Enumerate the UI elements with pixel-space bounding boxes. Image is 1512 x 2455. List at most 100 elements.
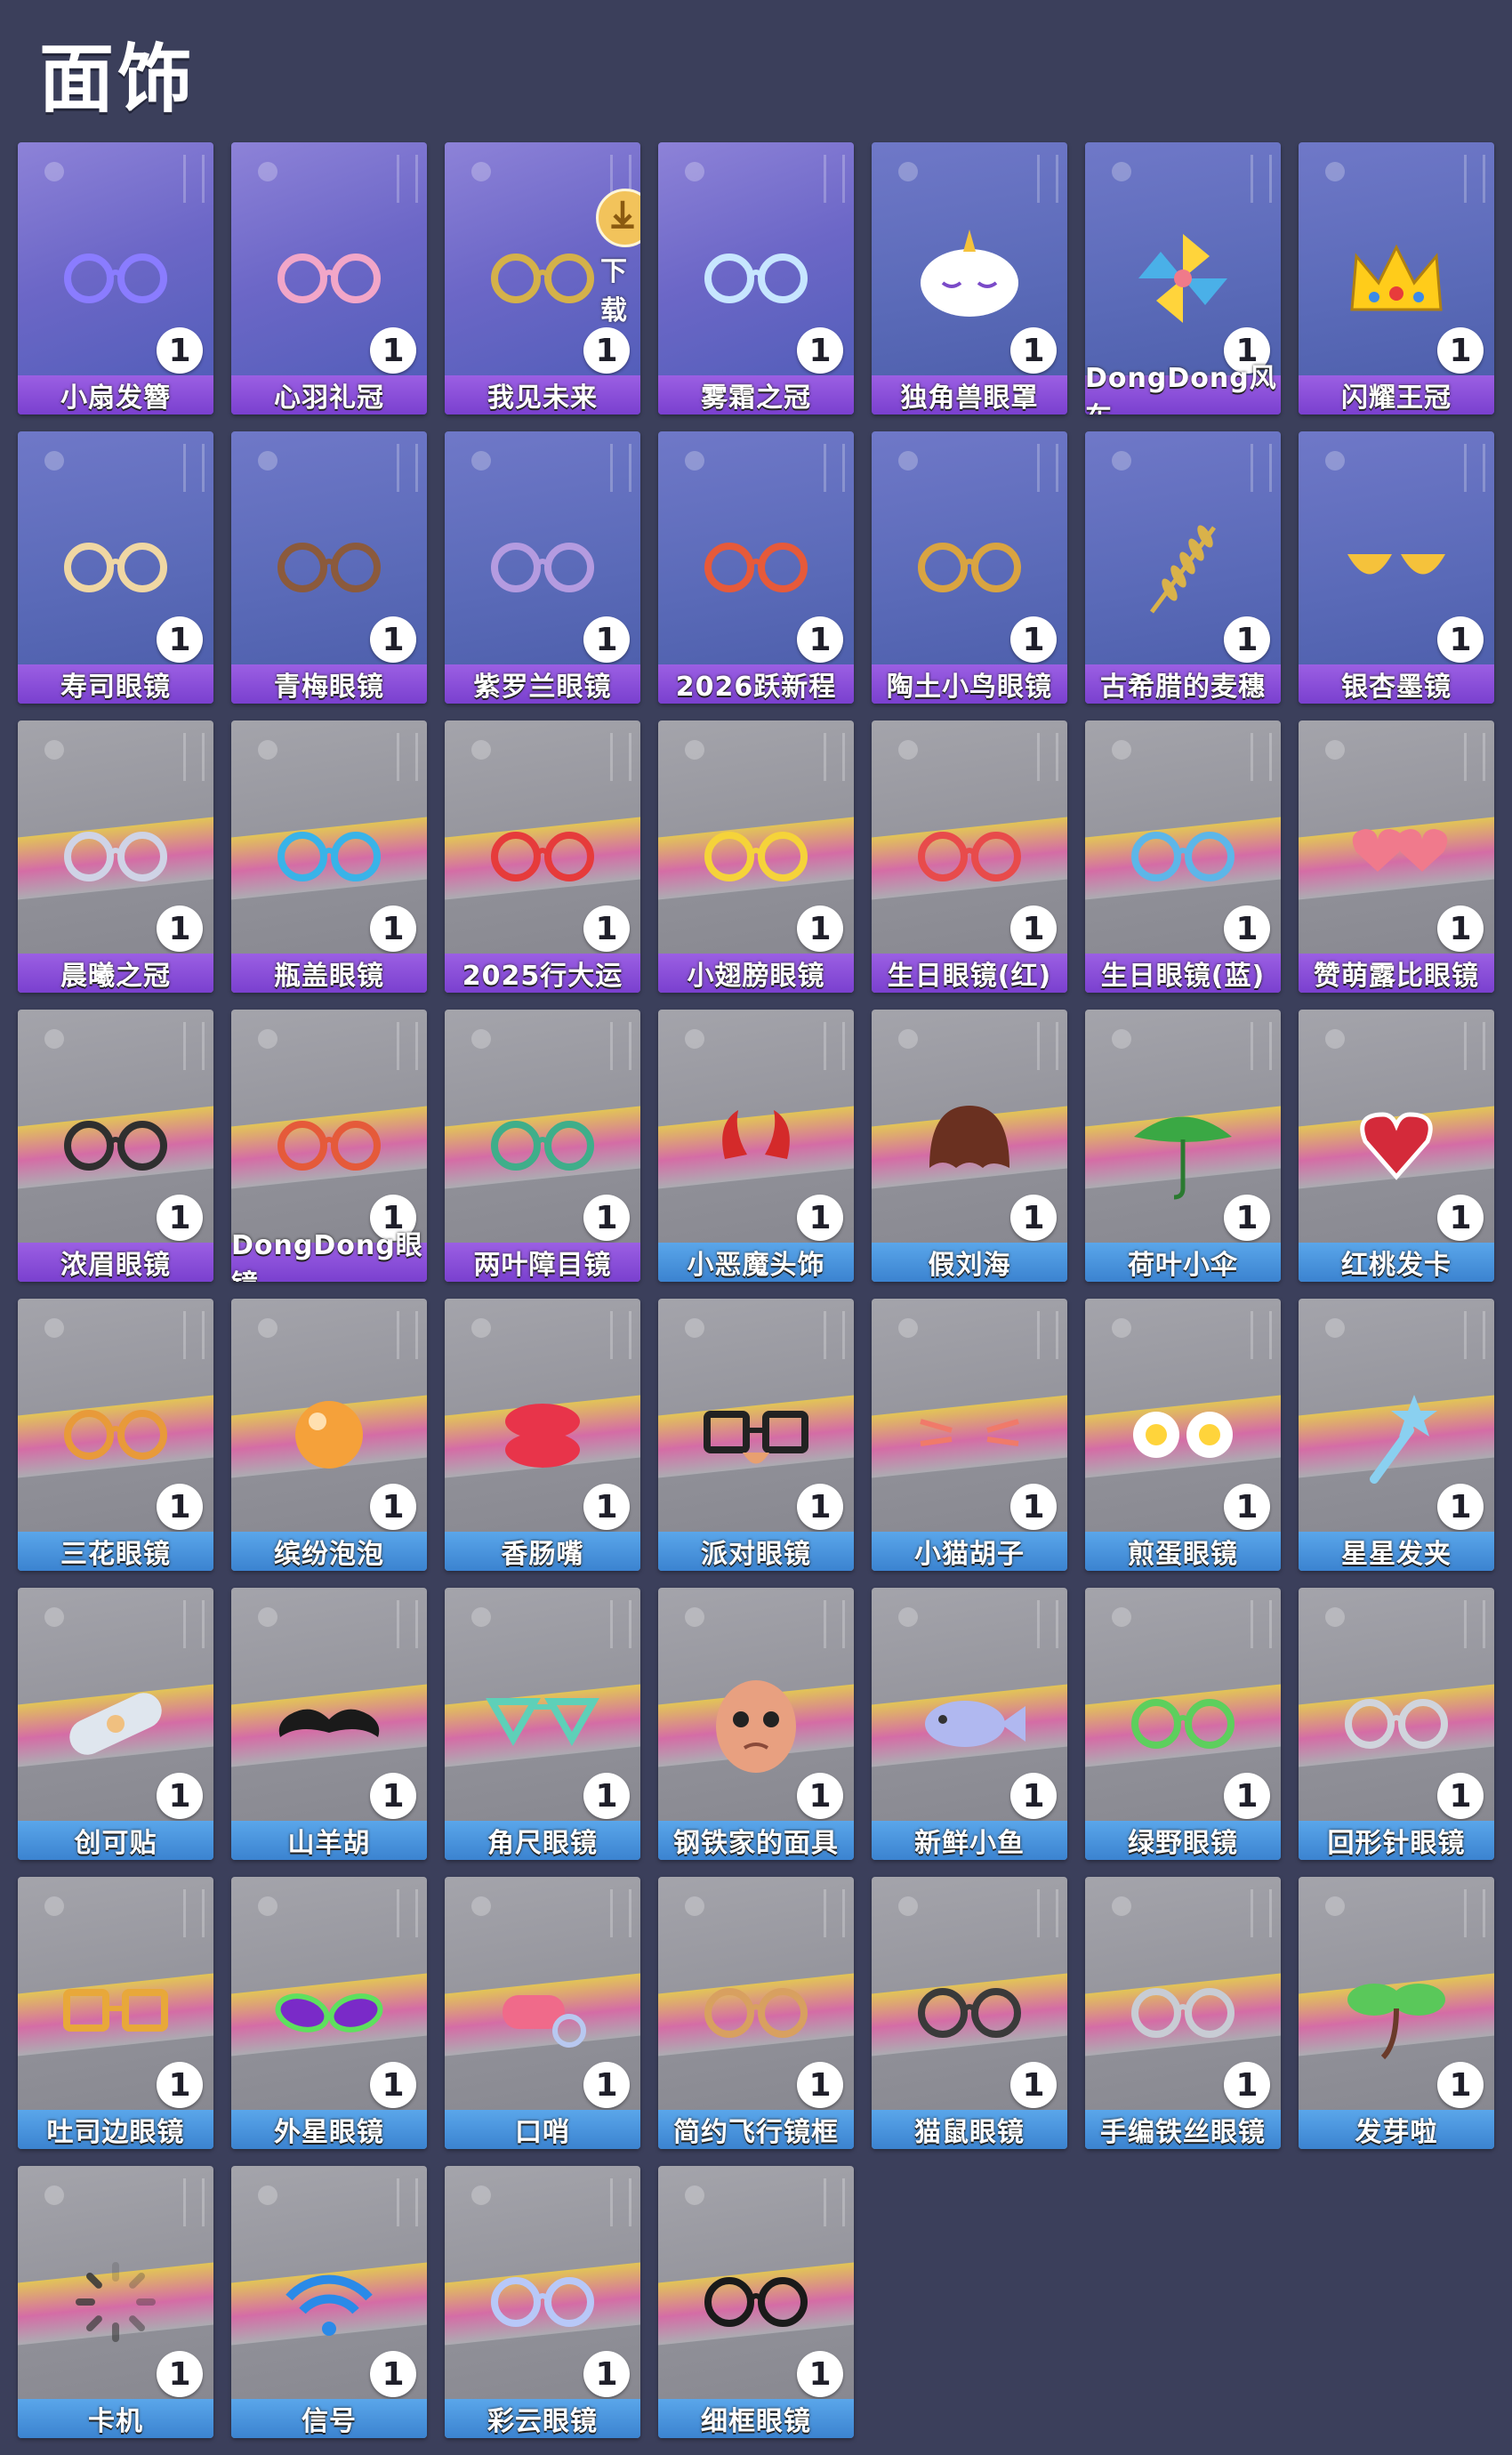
- item-card[interactable]: 1 青梅眼镜: [231, 431, 427, 704]
- quantity-badge: 1: [157, 1773, 203, 1819]
- item-card[interactable]: 1 银杏墨镜: [1299, 431, 1494, 704]
- brand-watermark-icon: [1037, 155, 1058, 203]
- item-card[interactable]: 1 手编铁丝眼镜: [1085, 1877, 1281, 2149]
- item-card[interactable]: 1 荷叶小伞: [1085, 1010, 1281, 1282]
- item-card[interactable]: 1 心羽礼冠: [231, 142, 427, 415]
- brand-watermark-icon: [824, 2178, 845, 2226]
- item-name-label: DongDong眼镜: [231, 1230, 427, 1282]
- quantity-badge: 1: [583, 1195, 630, 1241]
- item-card[interactable]: 1 古希腊的麦穗: [1085, 431, 1281, 704]
- item-card[interactable]: 1 简约飞行镜框: [658, 1877, 854, 2149]
- item-name-label: 寿司眼镜: [18, 664, 213, 704]
- mustache-icon: [262, 1657, 396, 1791]
- item-card[interactable]: 1 煎蛋眼镜: [1085, 1299, 1281, 1571]
- orb-icon: [1112, 162, 1131, 181]
- round-glasses-icon: [262, 1079, 396, 1212]
- item-card[interactable]: 1 山羊胡: [231, 1588, 427, 1860]
- item-card[interactable]: 1 外星眼镜: [231, 1877, 427, 2149]
- item-card[interactable]: 1 小扇发簪: [18, 142, 213, 415]
- item-name-label: 山羊胡: [231, 1821, 427, 1860]
- item-card[interactable]: 1 赞萌露比眼镜: [1299, 720, 1494, 993]
- loading-spinner-icon: [49, 2235, 182, 2369]
- item-name-label: 缤纷泡泡: [231, 1532, 427, 1571]
- item-card[interactable]: 1 新鲜小鱼: [872, 1588, 1067, 1860]
- item-card[interactable]: 1 瓶盖眼镜: [231, 720, 427, 993]
- item-name-label: DongDong风车: [1085, 363, 1281, 415]
- item-name-label: 信号: [231, 2399, 427, 2438]
- orb-icon: [1112, 1318, 1131, 1338]
- brand-watermark-icon: [397, 1022, 418, 1070]
- brand-watermark-icon: [610, 444, 631, 492]
- item-name-label: 彩云眼镜: [445, 2399, 640, 2438]
- item-name-label: 独角兽眼罩: [872, 375, 1067, 415]
- bandaid-icon: [49, 1657, 182, 1791]
- item-card[interactable]: 1 彩云眼镜: [445, 2166, 640, 2438]
- quantity-badge: 1: [1437, 906, 1484, 952]
- item-card[interactable]: 1 雾霜之冠: [658, 142, 854, 415]
- item-card[interactable]: 1 浓眉眼镜: [18, 1010, 213, 1282]
- item-card[interactable]: 1 寿司眼镜: [18, 431, 213, 704]
- orb-icon: [258, 1896, 277, 1916]
- item-card[interactable]: 1 创可贴: [18, 1588, 213, 1860]
- item-card[interactable]: 1 回形针眼镜: [1299, 1588, 1494, 1860]
- item-card[interactable]: 1 缤纷泡泡: [231, 1299, 427, 1571]
- item-card[interactable]: 1 陶土小鸟眼镜: [872, 431, 1067, 704]
- brand-watermark-icon: [1251, 444, 1272, 492]
- item-card[interactable]: 1 香肠嘴: [445, 1299, 640, 1571]
- item-card[interactable]: 下载 1 我见未来: [445, 142, 640, 415]
- quantity-badge: 1: [1437, 1773, 1484, 1819]
- brand-watermark-icon: [1037, 733, 1058, 781]
- item-card[interactable]: 1 2025行大运: [445, 720, 640, 993]
- item-card[interactable]: 1 派对眼镜: [658, 1299, 854, 1571]
- item-card[interactable]: 1 小猫胡子: [872, 1299, 1067, 1571]
- item-card[interactable]: 1 两叶障目镜: [445, 1010, 640, 1282]
- item-card[interactable]: 1 信号: [231, 2166, 427, 2438]
- item-card[interactable]: 1 小翅膀眼镜: [658, 720, 854, 993]
- item-card[interactable]: 1 细框眼镜: [658, 2166, 854, 2438]
- quantity-badge: 1: [1224, 1484, 1270, 1530]
- brand-watermark-icon: [610, 733, 631, 781]
- item-name-label: 小猫胡子: [872, 1532, 1067, 1571]
- download-label: 下载: [600, 256, 627, 326]
- item-card[interactable]: 1 角尺眼镜: [445, 1588, 640, 1860]
- quantity-badge: 1: [1010, 1484, 1057, 1530]
- item-card[interactable]: 1 闪耀王冠: [1299, 142, 1494, 415]
- item-card[interactable]: 1 生日眼镜(红): [872, 720, 1067, 993]
- item-card[interactable]: 1 2026跃新程: [658, 431, 854, 704]
- item-card[interactable]: 1 星星发夹: [1299, 1299, 1494, 1571]
- item-card[interactable]: 1 吐司边眼镜: [18, 1877, 213, 2149]
- download-icon[interactable]: [596, 189, 640, 247]
- item-card[interactable]: 1 钢铁家的面具: [658, 1588, 854, 1860]
- item-card[interactable]: 1 红桃发卡: [1299, 1010, 1494, 1282]
- item-card[interactable]: 1DongDong风车: [1085, 142, 1281, 415]
- item-card[interactable]: 1 卡机: [18, 2166, 213, 2438]
- item-card[interactable]: 1 紫罗兰眼镜: [445, 431, 640, 704]
- violet-glasses-icon: [476, 501, 609, 634]
- orb-icon: [898, 451, 918, 471]
- item-card[interactable]: 1 假刘海: [872, 1010, 1067, 1282]
- item-name-label: 绿野眼镜: [1085, 1821, 1281, 1860]
- orb-icon: [471, 1607, 491, 1627]
- sprout-icon: [1330, 1946, 1463, 2080]
- item-card[interactable]: 1 绿野眼镜: [1085, 1588, 1281, 1860]
- item-card[interactable]: 1 猫鼠眼镜: [872, 1877, 1067, 2149]
- item-name-label: 新鲜小鱼: [872, 1821, 1067, 1860]
- item-card[interactable]: 1 小恶魔头饰: [658, 1010, 854, 1282]
- item-card[interactable]: 1 生日眼镜(蓝): [1085, 720, 1281, 993]
- plum-glasses-icon: [262, 501, 396, 634]
- quantity-badge: 1: [797, 906, 843, 952]
- orb-icon: [44, 2185, 64, 2205]
- orb-icon: [685, 1896, 704, 1916]
- item-card[interactable]: 1 三花眼镜: [18, 1299, 213, 1571]
- wheat-icon: [1116, 501, 1250, 634]
- quantity-badge: 1: [797, 616, 843, 663]
- item-card[interactable]: 1 晨曦之冠: [18, 720, 213, 993]
- item-card[interactable]: 1 发芽啦: [1299, 1877, 1494, 2149]
- brand-watermark-icon: [610, 1889, 631, 1937]
- pinwheel-icon: [1116, 212, 1250, 345]
- item-card[interactable]: 1 口哨: [445, 1877, 640, 2149]
- item-card[interactable]: 1 独角兽眼罩: [872, 142, 1067, 415]
- item-name-label: 银杏墨镜: [1299, 664, 1494, 704]
- item-card[interactable]: 1DongDong眼镜: [231, 1010, 427, 1282]
- brand-watermark-icon: [610, 1311, 631, 1359]
